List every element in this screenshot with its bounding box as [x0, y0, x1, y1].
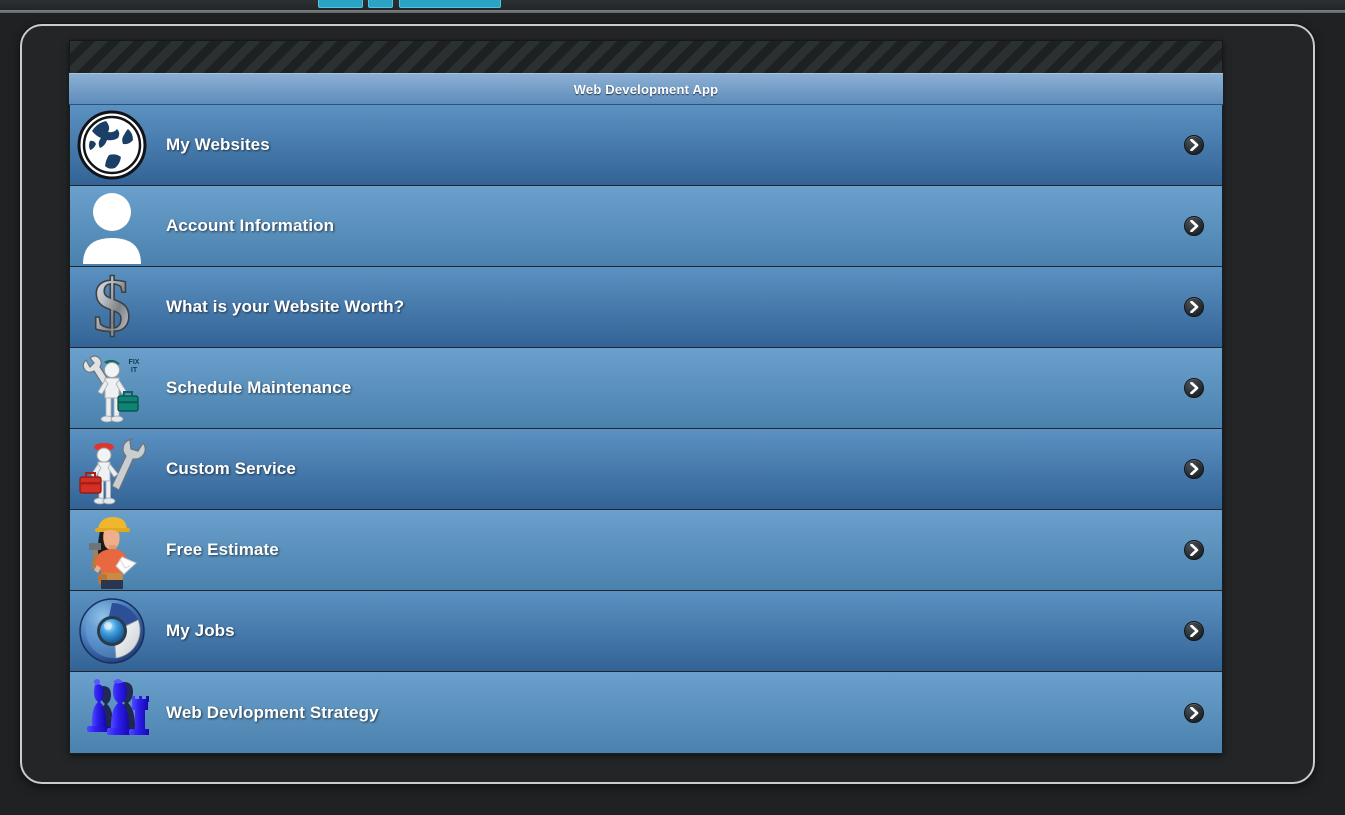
list-item-label: Free Estimate	[166, 540, 279, 559]
device-frame: Web Development App My Websites Account …	[20, 24, 1315, 784]
app-title-bar: Web Development App	[69, 73, 1223, 105]
striped-toolbar	[69, 40, 1223, 73]
list-item-account-information[interactable]: Account Information	[70, 186, 1222, 267]
teal-chip-1[interactable]	[318, 0, 363, 8]
disclosure-button[interactable]	[1174, 216, 1222, 236]
list-item-label: Web Devlopment Strategy	[166, 702, 379, 722]
chevron-right-icon	[1184, 702, 1204, 723]
disclosure-button[interactable]	[1174, 135, 1222, 155]
repairman-fixit-icon: FIX IT	[70, 348, 154, 428]
list-item-free-estimate[interactable]: Free Estimate	[70, 510, 1222, 591]
menu-list: My Websites Account Information $ What i…	[69, 105, 1223, 754]
list-item-label: My Websites	[166, 135, 270, 154]
disclosure-button[interactable]	[1174, 702, 1222, 723]
page-title: Web Development App	[573, 81, 719, 97]
list-item-web-development-strategy[interactable]: Web Devlopment Strategy	[70, 672, 1222, 753]
list-item-label: Account Information	[166, 216, 335, 235]
list-item-custom-service[interactable]: Custom Service	[70, 429, 1222, 510]
disclosure-button[interactable]	[1174, 378, 1222, 398]
teal-chip-3[interactable]	[399, 0, 501, 8]
dollar-sign-icon: $	[70, 267, 154, 347]
list-item-label: Schedule Maintenance	[166, 378, 352, 397]
svg-text:IT: IT	[131, 367, 138, 374]
list-item-my-websites[interactable]: My Websites	[70, 105, 1222, 186]
chevron-right-icon	[1184, 378, 1204, 398]
disclosure-button[interactable]	[1174, 621, 1222, 641]
wrench-toolbox-icon	[70, 429, 154, 509]
top-divider	[0, 10, 1345, 13]
app-panel: Web Development App My Websites Account …	[69, 40, 1223, 754]
chess-pieces-icon	[70, 672, 154, 753]
list-item-label: My Jobs	[166, 621, 235, 640]
top-strip	[0, 0, 1345, 10]
disclosure-button[interactable]	[1174, 297, 1222, 317]
chevron-right-icon	[1184, 459, 1204, 479]
chevron-right-icon	[1184, 216, 1204, 236]
disclosure-button[interactable]	[1174, 459, 1222, 479]
list-item-label: Custom Service	[166, 459, 296, 478]
svg-text:FIX: FIX	[129, 359, 140, 366]
svg-text:$: $	[93, 268, 131, 346]
chevron-right-icon	[1184, 540, 1204, 560]
globe-icon	[70, 105, 154, 185]
list-item-schedule-maintenance[interactable]: FIX IT Schedule Maintenance	[70, 348, 1222, 429]
chevron-right-icon	[1184, 135, 1204, 155]
contractor-woman-icon	[70, 510, 154, 590]
list-item-my-jobs[interactable]: My Jobs	[70, 591, 1222, 672]
chromium-orb-icon	[70, 591, 154, 671]
list-item-website-worth[interactable]: $ What is your Website Worth?	[70, 267, 1222, 348]
screen: Web Development App My Websites Account …	[0, 0, 1345, 815]
chevron-right-icon	[1184, 297, 1204, 317]
list-item-label: What is your Website Worth?	[166, 297, 405, 316]
teal-chip-2[interactable]	[368, 0, 393, 8]
disclosure-button[interactable]	[1174, 540, 1222, 560]
chevron-right-icon	[1184, 621, 1204, 641]
person-icon	[70, 186, 154, 266]
